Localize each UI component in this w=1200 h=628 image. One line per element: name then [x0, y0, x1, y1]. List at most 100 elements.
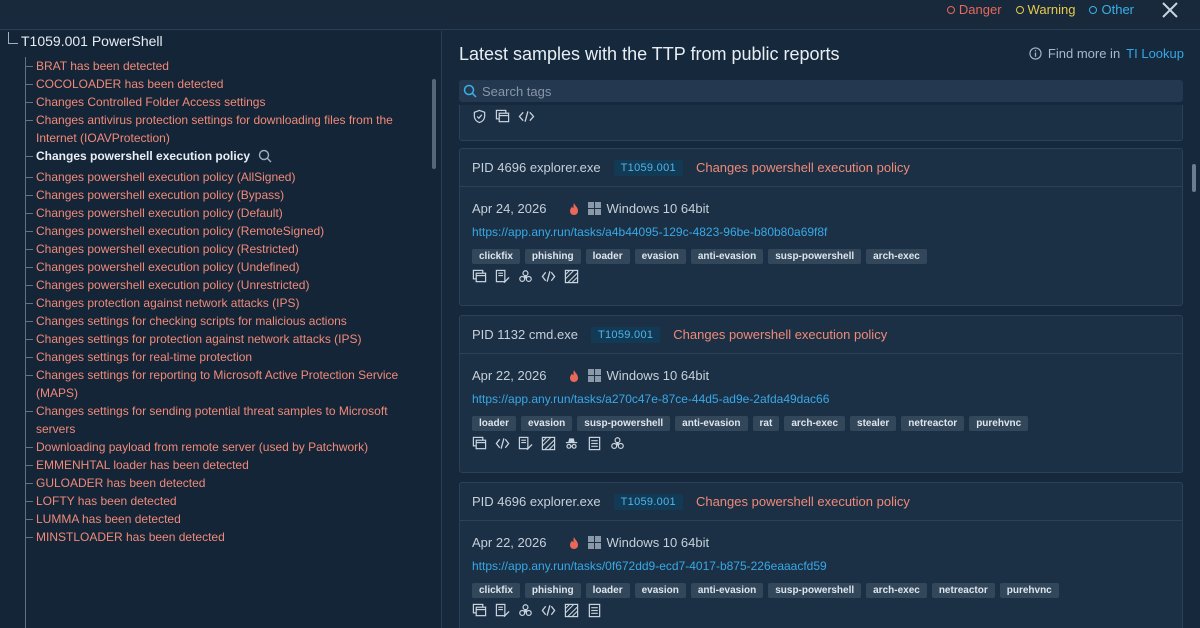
pattern-icon[interactable]	[564, 603, 579, 618]
signature-item[interactable]: Changes powershell execution policy	[25, 147, 425, 168]
code-icon[interactable]	[518, 109, 535, 124]
biohazard-icon[interactable]	[518, 603, 533, 618]
tag-chip[interactable]: anti-evasion	[675, 416, 748, 431]
tag-chip[interactable]: clickfix	[472, 249, 520, 264]
tag-chip[interactable]: arch-exec	[784, 416, 846, 431]
signature-item[interactable]: Changes powershell execution policy (Rem…	[25, 222, 425, 240]
code-icon[interactable]	[541, 269, 556, 284]
ttp-badge[interactable]: T1059.001	[613, 493, 683, 510]
signature-item[interactable]: BRAT has been detected	[25, 57, 425, 75]
legend-other[interactable]: Other	[1089, 2, 1134, 17]
signature-item[interactable]: EMMENHTAL loader has been detected	[25, 456, 425, 474]
tree-root-label: T1059.001 PowerShell	[21, 33, 163, 49]
spy-icon[interactable]	[564, 436, 579, 451]
signature-item[interactable]: Downloading payload from remote server (…	[25, 438, 425, 456]
ttp-badge[interactable]: T1059.001	[590, 326, 661, 343]
severity-legend: Danger Warning Other	[946, 2, 1134, 17]
partial-card	[459, 105, 1183, 141]
document-icon[interactable]	[587, 436, 602, 451]
signature-item[interactable]: Changes settings for sending potential t…	[25, 402, 425, 438]
task-url-link[interactable]: https://app.any.run/tasks/0f672dd9-ecd7-…	[472, 559, 827, 573]
document-icon[interactable]	[587, 603, 602, 618]
tag-chip[interactable]: phishing	[524, 583, 581, 598]
ti-lookup-link[interactable]: TI Lookup	[1126, 46, 1184, 61]
tag-chip[interactable]: purehvnc	[999, 583, 1059, 598]
pattern-icon[interactable]	[564, 269, 579, 284]
legend-warning[interactable]: Warning	[1015, 2, 1075, 17]
task-url-link[interactable]: https://app.any.run/tasks/a270c47e-87ce-…	[472, 392, 829, 406]
tag-chip[interactable]: netreactor	[901, 416, 965, 431]
search-tags-input[interactable]	[482, 83, 1162, 99]
signature-item[interactable]: Changes powershell execution policy (Res…	[25, 240, 425, 258]
ttp-badge[interactable]: T1059.001	[613, 159, 683, 176]
signature-item[interactable]: Changes powershell execution policy (Unr…	[25, 276, 425, 294]
tag-chip[interactable]: purehvnc	[969, 416, 1029, 431]
signature-item[interactable]: Changes settings for real-time protectio…	[25, 348, 425, 366]
tag-chip[interactable]: netreactor	[931, 583, 995, 598]
windows-icon[interactable]	[472, 269, 487, 284]
signature-item-label: Changes settings for sending potential t…	[36, 404, 388, 436]
search-icon[interactable]	[258, 149, 272, 168]
windows-logo-icon	[588, 369, 602, 382]
sample-card[interactable]: PID 1132 cmd.exe T1059.001 Changes powersh…	[459, 315, 1183, 473]
biohazard-icon[interactable]	[610, 436, 625, 451]
tag-chip[interactable]: susp-powershell	[768, 249, 862, 264]
signature-item[interactable]: Changes powershell execution policy (Byp…	[25, 186, 425, 204]
signature-item[interactable]: Changes antivirus protection settings fo…	[25, 111, 425, 147]
signature-item[interactable]: GULOADER has been detected	[25, 474, 425, 492]
signature-item[interactable]: LUMMA has been detected	[25, 510, 425, 528]
windows-icon[interactable]	[495, 109, 510, 124]
close-button[interactable]	[1160, 0, 1180, 20]
tag-chip[interactable]: evasion	[521, 416, 573, 431]
signature-item[interactable]: Changes protection against network attac…	[25, 294, 425, 312]
sample-card[interactable]: PID 4696 explorer.exe T1059.001 Changes po…	[459, 482, 1183, 628]
tag-list: loader evasion susp-powershell anti-evasion…	[472, 416, 1029, 431]
tag-chip[interactable]: loader	[585, 249, 630, 264]
signature-item[interactable]: Changes settings for reporting to Micros…	[25, 366, 425, 402]
tag-chip[interactable]: loader	[472, 416, 517, 431]
script-edit-icon[interactable]	[518, 436, 533, 451]
sample-date: Apr 22, 2026	[472, 535, 547, 550]
windows-icon[interactable]	[472, 603, 487, 618]
sample-card[interactable]: PID 4696 explorer.exe T1059.001 Changes po…	[459, 148, 1183, 306]
biohazard-icon[interactable]	[518, 269, 533, 284]
legend-danger[interactable]: Danger	[946, 2, 1002, 17]
code-icon[interactable]	[495, 436, 510, 451]
tag-chip[interactable]: stealer	[850, 416, 897, 431]
tree-root[interactable]: T1059.001 PowerShell	[8, 32, 163, 49]
signature-item[interactable]: Changes powershell execution policy (Def…	[25, 204, 425, 222]
task-url-link[interactable]: https://app.any.run/tasks/a4b44095-129c-…	[472, 225, 827, 239]
tag-chip[interactable]: evasion	[634, 583, 686, 598]
tag-chip[interactable]: rat	[752, 416, 780, 431]
signature-item-label: Changes settings for checking scripts fo…	[36, 314, 347, 328]
tag-chip[interactable]: anti-evasion	[690, 583, 764, 598]
signature-item[interactable]: MINSTLOADER has been detected	[25, 528, 425, 546]
pattern-icon[interactable]	[541, 436, 556, 451]
signature-item[interactable]: Changes settings for checking scripts fo…	[25, 312, 425, 330]
signature-item-label: Changes powershell execution policy (All…	[36, 170, 296, 184]
tag-chip[interactable]: evasion	[634, 249, 686, 264]
tag-chip[interactable]: phishing	[524, 249, 581, 264]
tag-chip[interactable]: susp-powershell	[768, 583, 862, 598]
signature-item[interactable]: Changes Controlled Folder Access setting…	[25, 93, 425, 111]
left-scrollbar[interactable]	[432, 79, 436, 169]
tag-chip[interactable]: clickfix	[472, 583, 520, 598]
script-edit-icon[interactable]	[495, 269, 510, 284]
windows-icon[interactable]	[472, 436, 487, 451]
right-scrollbar[interactable]	[1192, 164, 1196, 192]
tag-chip[interactable]: arch-exec	[866, 583, 927, 598]
signature-item[interactable]: LOFTY has been detected	[25, 492, 425, 510]
signature-item[interactable]: Changes powershell execution policy (All…	[25, 168, 425, 186]
tag-chip[interactable]: loader	[585, 583, 630, 598]
sample-date: Apr 22, 2026	[472, 368, 547, 383]
signature-item[interactable]: COCOLOADER has been detected	[25, 75, 425, 93]
tag-chip[interactable]: susp-powershell	[577, 416, 671, 431]
signature-item[interactable]: Changes settings for protection against …	[25, 330, 425, 348]
code-icon[interactable]	[541, 603, 556, 618]
signature-item[interactable]: Changes powershell execution policy (Und…	[25, 258, 425, 276]
signature-item-label: Changes Controlled Folder Access setting…	[36, 95, 266, 109]
tag-chip[interactable]: arch-exec	[866, 249, 927, 264]
script-edit-icon[interactable]	[495, 603, 510, 618]
shield-icon[interactable]	[472, 109, 487, 124]
tag-chip[interactable]: anti-evasion	[690, 249, 764, 264]
